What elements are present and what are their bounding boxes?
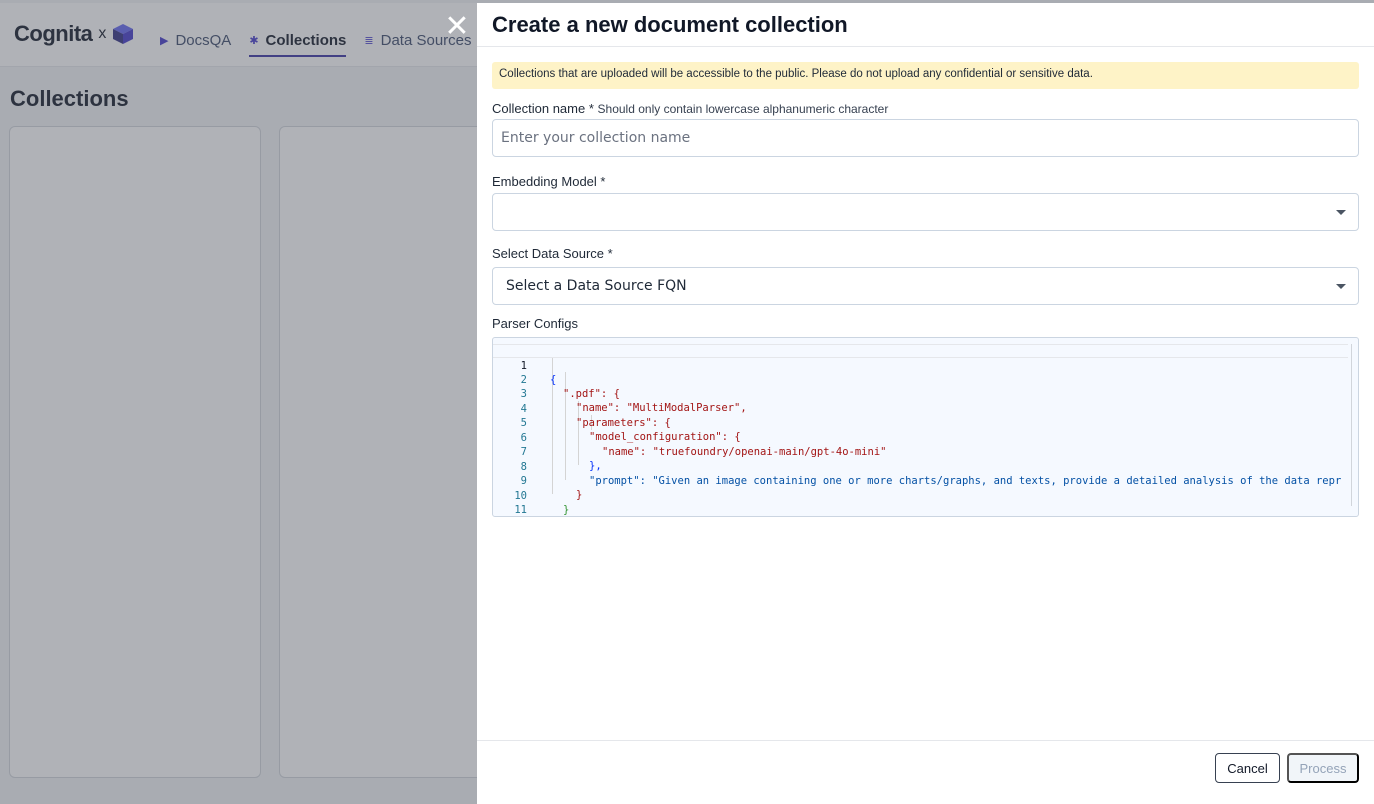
editor-scrollbar[interactable] [1351,344,1352,506]
collection-name-field[interactable] [492,119,1359,157]
parser-configs-label: Parser Configs [492,316,578,331]
embedding-model-select[interactable] [492,193,1359,231]
chevron-down-icon [1336,284,1346,289]
code-line: 10 } [493,475,569,516]
code-text: }, [589,460,602,472]
data-source-select[interactable]: Select a Data Source FQN [492,267,1359,305]
drawer-footer: Cancel Process [477,740,1374,804]
collection-name-input[interactable] [493,120,1358,156]
code-text: "name": "MultiModalParser", [576,402,747,414]
collection-name-label-text: Collection name * [492,101,594,116]
code-line: 1 { [493,344,1348,386]
code-line: 9 } [493,460,583,501]
data-source-label: Select Data Source * [492,246,613,261]
data-source-value: Select a Data Source FQN [506,278,687,294]
code-text: } [563,504,570,516]
drawer-header: Create a new document collection [477,3,1374,47]
cancel-button[interactable]: Cancel [1215,753,1280,783]
code-line: 4 "parameters": { [493,388,671,429]
line-number: 11 [514,504,527,516]
code-text: { [550,374,557,386]
code-line: 3 "name": "MultiModalParser", [493,373,747,414]
embedding-model-label: Embedding Model * [492,174,606,189]
code-text: "name": "truefoundry/openai-main/gpt-4o-… [602,446,887,458]
code-line: 2 ".pdf": { [493,359,620,400]
chevron-down-icon [1336,210,1346,215]
code-line: 5 "model_configuration": { [493,402,741,443]
collection-name-hint: Should only contain lowercase alphanumer… [597,102,889,116]
drawer-title: Create a new document collection [492,12,848,37]
code-line: 8 "prompt": "Given an image containing o… [493,446,1342,487]
code-text: ".pdf": { [563,388,620,400]
parser-configs-editor[interactable]: 1 { 2 ".pdf": { 3 "name": "MultiModalPar… [492,337,1359,517]
code-text: "prompt": "Given an image containing one… [589,475,1342,487]
code-text: "model_configuration": { [589,431,741,443]
code-line: 6 "name": "truefoundry/openai-main/gpt-4… [493,417,887,458]
code-text: "parameters": { [576,417,671,429]
process-button[interactable]: Process [1287,753,1359,783]
close-icon[interactable]: ✕ [444,12,470,42]
create-collection-drawer: Create a new document collection Collect… [477,3,1374,804]
code-text: } [576,489,583,501]
collection-name-label: Collection name * Should only contain lo… [492,101,888,116]
public-notice-banner: Collections that are uploaded will be ac… [492,62,1359,89]
code-line: 11 } [493,489,531,516]
code-line: 7 }, [493,431,602,472]
